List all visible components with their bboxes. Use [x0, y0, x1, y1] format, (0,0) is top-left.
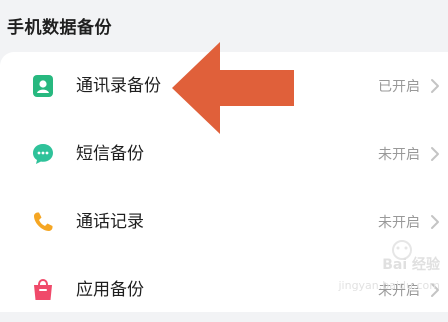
app-bag-icon — [34, 279, 52, 300]
contacts-icon — [33, 75, 53, 97]
call-log-backup-status: 未开启 — [378, 215, 420, 231]
contacts-backup-status: 已开启 — [378, 79, 420, 95]
phone-icon — [34, 212, 53, 231]
call-log-backup-label: 通话记录 — [76, 212, 144, 232]
watermark-subtext: jingyan.baidu.com — [338, 279, 440, 292]
chevron-right-icon — [431, 79, 439, 93]
chevron-right-icon — [431, 215, 439, 229]
sms-backup-status: 未开启 — [378, 147, 420, 163]
sms-backup-label: 短信备份 — [76, 144, 144, 164]
left-arrow-icon — [172, 42, 294, 134]
contacts-backup-label: 通讯录备份 — [76, 76, 161, 96]
message-icon — [33, 144, 53, 164]
watermark-text: Bai 经验 — [382, 257, 440, 273]
app-backup-label: 应用备份 — [76, 280, 144, 300]
chevron-right-icon — [431, 147, 439, 161]
section-title: 手机数据备份 — [7, 18, 112, 38]
